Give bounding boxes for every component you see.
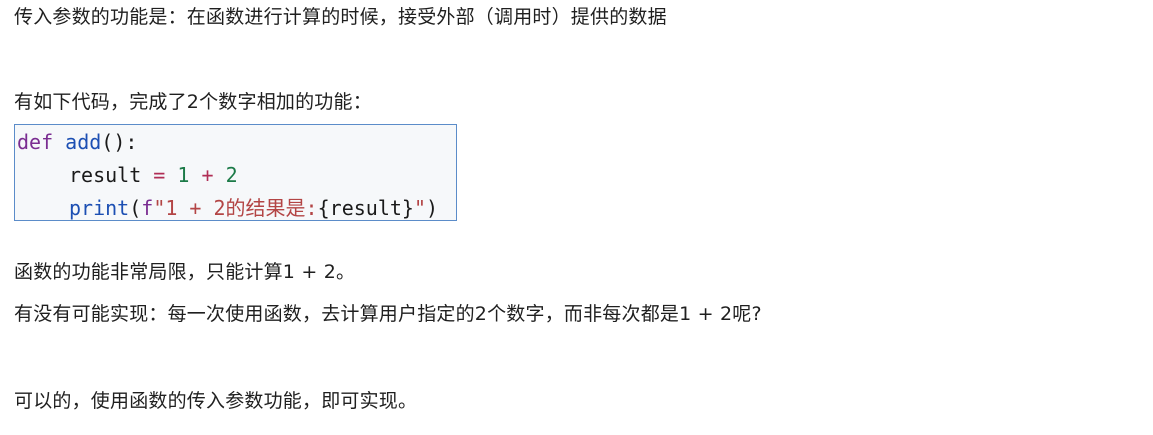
code-number-1: 1 (177, 163, 190, 187)
paragraph-answer: 可以的，使用函数的传入参数功能，即可实现。 (14, 390, 418, 412)
code-punct: (): (101, 130, 138, 154)
code-paren-open: ( (129, 196, 142, 220)
code-variable: result (69, 163, 142, 187)
code-block: def add(): result = 1 + 2 print(f"1 + 2的… (14, 124, 457, 221)
paragraph-limitation: 函数的功能非常局限，只能计算1 + 2。 (14, 261, 356, 283)
function-name: add (65, 130, 102, 154)
code-line-2: result = 1 + 2 (17, 159, 456, 192)
code-operator-plus: + (201, 163, 214, 187)
builtin-print: print (69, 196, 130, 220)
code-string-close: " (413, 196, 426, 220)
paragraph-question: 有没有可能实现：每一次使用函数，去计算用户指定的2个数字，而非每次都是1 + 2… (14, 303, 762, 325)
keyword-def: def (17, 130, 54, 154)
code-operator-eq: = (153, 163, 166, 187)
code-string: "1 + 2的结果是: (153, 196, 318, 220)
code-line-1: def add(): (17, 126, 456, 159)
fstring-prefix: f (141, 196, 154, 220)
paragraph-code-intro: 有如下代码，完成了2个数字相加的功能： (14, 91, 372, 113)
code-paren-close: ) (425, 196, 439, 220)
code-number-2: 2 (225, 163, 238, 187)
code-line-3: print(f"1 + 2的结果是:{result}") (17, 192, 456, 225)
code-fstring-expr: {result} (317, 196, 414, 220)
paragraph-intro: 传入参数的功能是：在函数进行计算的时候，接受外部（调用时）提供的数据 (14, 6, 667, 28)
